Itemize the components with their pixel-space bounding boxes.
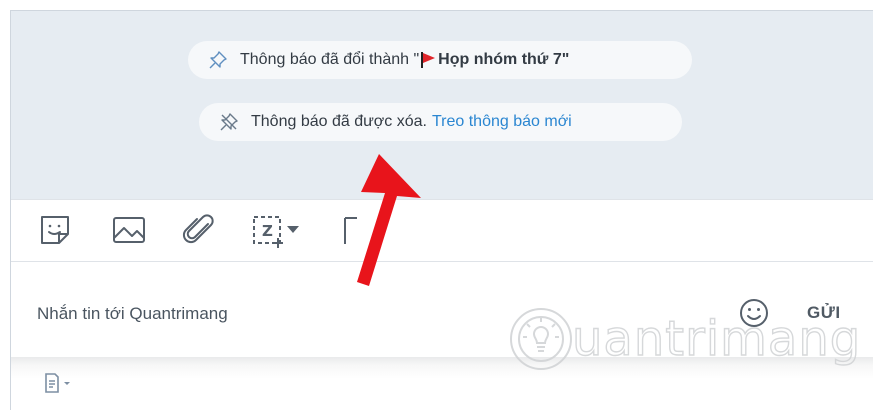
composer-footer: [11, 357, 873, 410]
format-icon[interactable]: [337, 212, 359, 248]
deleted-notification: Thông báo đã được xóa. Treo thông báo mớ…: [199, 103, 682, 141]
pin-new-notification-link[interactable]: Treo thông báo mới: [432, 113, 572, 131]
image-icon[interactable]: [111, 212, 147, 248]
screenshot-icon[interactable]: Z: [251, 212, 311, 248]
svg-text:Z: Z: [262, 222, 273, 240]
chat-window: Thông báo đã đổi thành " Họp nhóm thứ 7 …: [10, 10, 873, 410]
send-button[interactable]: GỬI: [807, 303, 841, 323]
rename-notification-prefix: Thông báo đã đổi thành ": [240, 51, 420, 68]
pin-icon: [209, 51, 227, 69]
rename-notification-suffix: ": [561, 51, 570, 68]
red-flag-icon: [421, 52, 436, 68]
attachment-icon[interactable]: [181, 212, 217, 248]
rename-notification: Thông báo đã đổi thành " Họp nhóm thứ 7 …: [188, 41, 692, 79]
message-input[interactable]: Nhắn tin tới Quantrimang: [37, 304, 228, 324]
chat-message-area: Thông báo đã đổi thành " Họp nhóm thứ 7 …: [11, 11, 873, 199]
message-composer[interactable]: Nhắn tin tới Quantrimang GỬI: [11, 262, 873, 359]
composer-toolbar: Z: [11, 199, 873, 262]
notification-title: Họp nhóm thứ 7: [438, 51, 562, 68]
deleted-notification-text: Thông báo đã được xóa.: [251, 113, 427, 130]
sticker-icon[interactable]: [37, 212, 73, 248]
emoji-icon[interactable]: [737, 296, 771, 330]
document-format-icon[interactable]: [44, 373, 74, 393]
unpin-icon: [220, 113, 238, 131]
